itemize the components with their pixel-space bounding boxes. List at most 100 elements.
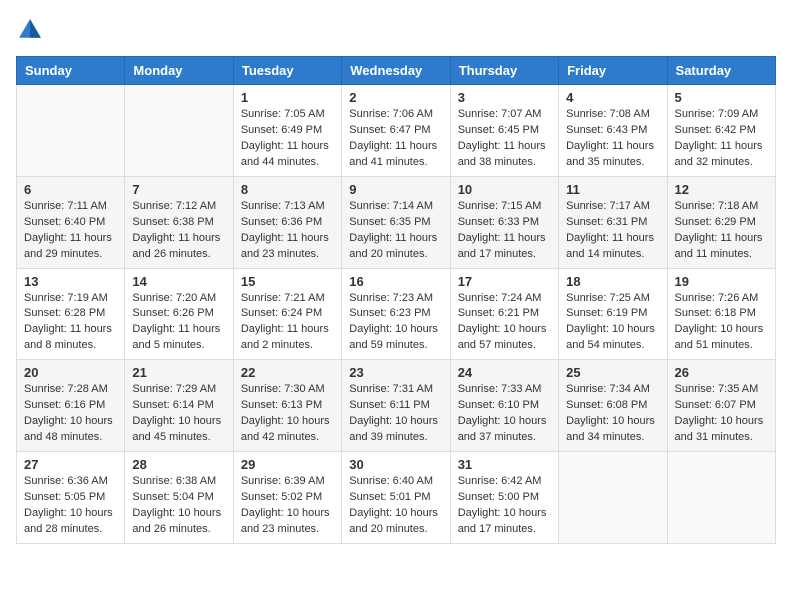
calendar-cell: 8Sunrise: 7:13 AMSunset: 6:36 PMDaylight…	[233, 176, 341, 268]
day-info: Sunrise: 7:11 AMSunset: 6:40 PMDaylight:…	[24, 199, 117, 263]
calendar-cell: 29Sunrise: 6:39 AMSunset: 5:02 PMDayligh…	[233, 452, 341, 544]
calendar-cell: 13Sunrise: 7:19 AMSunset: 6:28 PMDayligh…	[17, 268, 125, 360]
daylight-text: Daylight: 11 hours and 41 minutes.	[349, 139, 442, 171]
sunset-text: Sunset: 6:18 PM	[675, 306, 768, 322]
sunset-text: Sunset: 6:26 PM	[132, 306, 225, 322]
sunrise-text: Sunrise: 7:20 AM	[132, 291, 225, 307]
sunrise-text: Sunrise: 6:40 AM	[349, 474, 442, 490]
daylight-text: Daylight: 11 hours and 23 minutes.	[241, 231, 334, 263]
day-number: 17	[458, 274, 551, 289]
day-number: 22	[241, 365, 334, 380]
daylight-text: Daylight: 11 hours and 5 minutes.	[132, 322, 225, 354]
day-number: 2	[349, 90, 442, 105]
sunrise-text: Sunrise: 7:33 AM	[458, 382, 551, 398]
sunrise-text: Sunrise: 7:15 AM	[458, 199, 551, 215]
calendar-cell	[125, 85, 233, 177]
calendar-cell: 28 Sunrise: 6:38 AMSunset: 5:04 PMDayligh…	[125, 452, 233, 544]
day-info: Sunrise: 7:28 AMSunset: 6:16 PMDaylight:…	[24, 382, 117, 446]
calendar-cell: 26Sunrise: 7:35 AMSunset: 6:07 PMDayligh…	[667, 360, 775, 452]
day-number: 25	[566, 365, 659, 380]
calendar-cell: 5Sunrise: 7:09 AMSunset: 6:42 PMDaylight…	[667, 85, 775, 177]
day-number: 31	[458, 457, 551, 472]
day-of-week-header: Saturday	[667, 57, 775, 85]
sunrise-text: Sunrise: 7:18 AM	[675, 199, 768, 215]
sunset-text: Sunset: 5:05 PM	[24, 490, 117, 506]
sunset-text: Sunset: 6:38 PM	[132, 215, 225, 231]
day-number: 29	[241, 457, 334, 472]
day-info: Sunrise: 7:07 AMSunset: 6:45 PMDaylight:…	[458, 107, 551, 171]
sunrise-text: Sunrise: 7:06 AM	[349, 107, 442, 123]
day-number: 28	[132, 457, 225, 472]
daylight-text: Daylight: 10 hours and 28 minutes.	[24, 506, 117, 538]
sunrise-text: Sunrise: 7:30 AM	[241, 382, 334, 398]
daylight-text: Daylight: 11 hours and 2 minutes.	[241, 322, 334, 354]
day-of-week-header: Monday	[125, 57, 233, 85]
calendar-cell: 17Sunrise: 7:24 AMSunset: 6:21 PMDayligh…	[450, 268, 558, 360]
calendar-header-row: SundayMondayTuesdayWednesdayThursdayFrid…	[17, 57, 776, 85]
sunrise-text: Sunrise: 7:13 AM	[241, 199, 334, 215]
day-info: Sunrise: 7:30 AMSunset: 6:13 PMDaylight:…	[241, 382, 334, 446]
day-info: Sunrise: 7:06 AMSunset: 6:47 PMDaylight:…	[349, 107, 442, 171]
day-info: Sunrise: 6:38 AMSunset: 5:04 PMDaylight:…	[132, 474, 225, 538]
calendar-cell: 15Sunrise: 7:21 AMSunset: 6:24 PMDayligh…	[233, 268, 341, 360]
calendar-cell: 9Sunrise: 7:14 AMSunset: 6:35 PMDaylight…	[342, 176, 450, 268]
day-number: 9	[349, 182, 442, 197]
day-info: Sunrise: 7:26 AMSunset: 6:18 PMDaylight:…	[675, 291, 768, 355]
daylight-text: Daylight: 11 hours and 35 minutes.	[566, 139, 659, 171]
day-info: Sunrise: 7:13 AMSunset: 6:36 PMDaylight:…	[241, 199, 334, 263]
calendar-cell: 23Sunrise: 7:31 AMSunset: 6:11 PMDayligh…	[342, 360, 450, 452]
daylight-text: Daylight: 10 hours and 54 minutes.	[566, 322, 659, 354]
day-info: Sunrise: 7:17 AMSunset: 6:31 PMDaylight:…	[566, 199, 659, 263]
calendar-cell: 1Sunrise: 7:05 AMSunset: 6:49 PMDaylight…	[233, 85, 341, 177]
calendar-week-row: 6 Sunrise: 7:11 AMSunset: 6:40 PMDaylight…	[17, 176, 776, 268]
day-info: Sunrise: 7:08 AMSunset: 6:43 PMDaylight:…	[566, 107, 659, 171]
sunset-text: Sunset: 6:45 PM	[458, 123, 551, 139]
day-info: Sunrise: 7:15 AMSunset: 6:33 PMDaylight:…	[458, 199, 551, 263]
daylight-text: Daylight: 10 hours and 57 minutes.	[458, 322, 551, 354]
sunrise-text: Sunrise: 7:07 AM	[458, 107, 551, 123]
sunrise-text: Sunrise: 7:34 AM	[566, 382, 659, 398]
calendar-cell: 2 Sunrise: 7:06 AMSunset: 6:47 PMDaylight…	[342, 85, 450, 177]
sunset-text: Sunset: 6:28 PM	[24, 306, 117, 322]
daylight-text: Daylight: 10 hours and 45 minutes.	[132, 414, 225, 446]
day-number: 23	[349, 365, 442, 380]
day-number: 13	[24, 274, 117, 289]
day-number: 30	[349, 457, 442, 472]
daylight-text: Daylight: 10 hours and 39 minutes.	[349, 414, 442, 446]
sunset-text: Sunset: 6:24 PM	[241, 306, 334, 322]
sunrise-text: Sunrise: 6:39 AM	[241, 474, 334, 490]
day-info: Sunrise: 7:21 AMSunset: 6:24 PMDaylight:…	[241, 291, 334, 355]
day-number: 6	[24, 182, 117, 197]
day-number: 1	[241, 90, 334, 105]
calendar-cell: 20 Sunrise: 7:28 AMSunset: 6:16 PMDayligh…	[17, 360, 125, 452]
day-info: Sunrise: 7:12 AMSunset: 6:38 PMDaylight:…	[132, 199, 225, 263]
calendar-cell: 7 Sunrise: 7:12 AMSunset: 6:38 PMDaylight…	[125, 176, 233, 268]
day-number: 20	[24, 365, 117, 380]
daylight-text: Daylight: 11 hours and 17 minutes.	[458, 231, 551, 263]
sunrise-text: Sunrise: 7:12 AM	[132, 199, 225, 215]
calendar-cell: 11 Sunrise: 7:17 AMSunset: 6:31 PMDayligh…	[559, 176, 667, 268]
daylight-text: Daylight: 11 hours and 29 minutes.	[24, 231, 117, 263]
day-number: 16	[349, 274, 442, 289]
day-number: 11	[566, 182, 659, 197]
day-number: 7	[132, 182, 225, 197]
calendar-cell: 6 Sunrise: 7:11 AMSunset: 6:40 PMDaylight…	[17, 176, 125, 268]
day-number: 21	[132, 365, 225, 380]
day-number: 24	[458, 365, 551, 380]
calendar-cell: 27Sunrise: 6:36 AMSunset: 5:05 PMDayligh…	[17, 452, 125, 544]
day-info: Sunrise: 7:34 AMSunset: 6:08 PMDaylight:…	[566, 382, 659, 446]
sunset-text: Sunset: 6:47 PM	[349, 123, 442, 139]
sunset-text: Sunset: 6:10 PM	[458, 398, 551, 414]
day-of-week-header: Friday	[559, 57, 667, 85]
calendar-cell: 16Sunrise: 7:23 AMSunset: 6:23 PMDayligh…	[342, 268, 450, 360]
daylight-text: Daylight: 10 hours and 17 minutes.	[458, 506, 551, 538]
daylight-text: Daylight: 10 hours and 34 minutes.	[566, 414, 659, 446]
calendar-week-row: 27Sunrise: 6:36 AMSunset: 5:05 PMDayligh…	[17, 452, 776, 544]
day-number: 14	[132, 274, 225, 289]
calendar-cell	[17, 85, 125, 177]
calendar-cell: 31Sunrise: 6:42 AMSunset: 5:00 PMDayligh…	[450, 452, 558, 544]
day-number: 12	[675, 182, 768, 197]
daylight-text: Daylight: 10 hours and 59 minutes.	[349, 322, 442, 354]
sunset-text: Sunset: 6:19 PM	[566, 306, 659, 322]
daylight-text: Daylight: 10 hours and 42 minutes.	[241, 414, 334, 446]
